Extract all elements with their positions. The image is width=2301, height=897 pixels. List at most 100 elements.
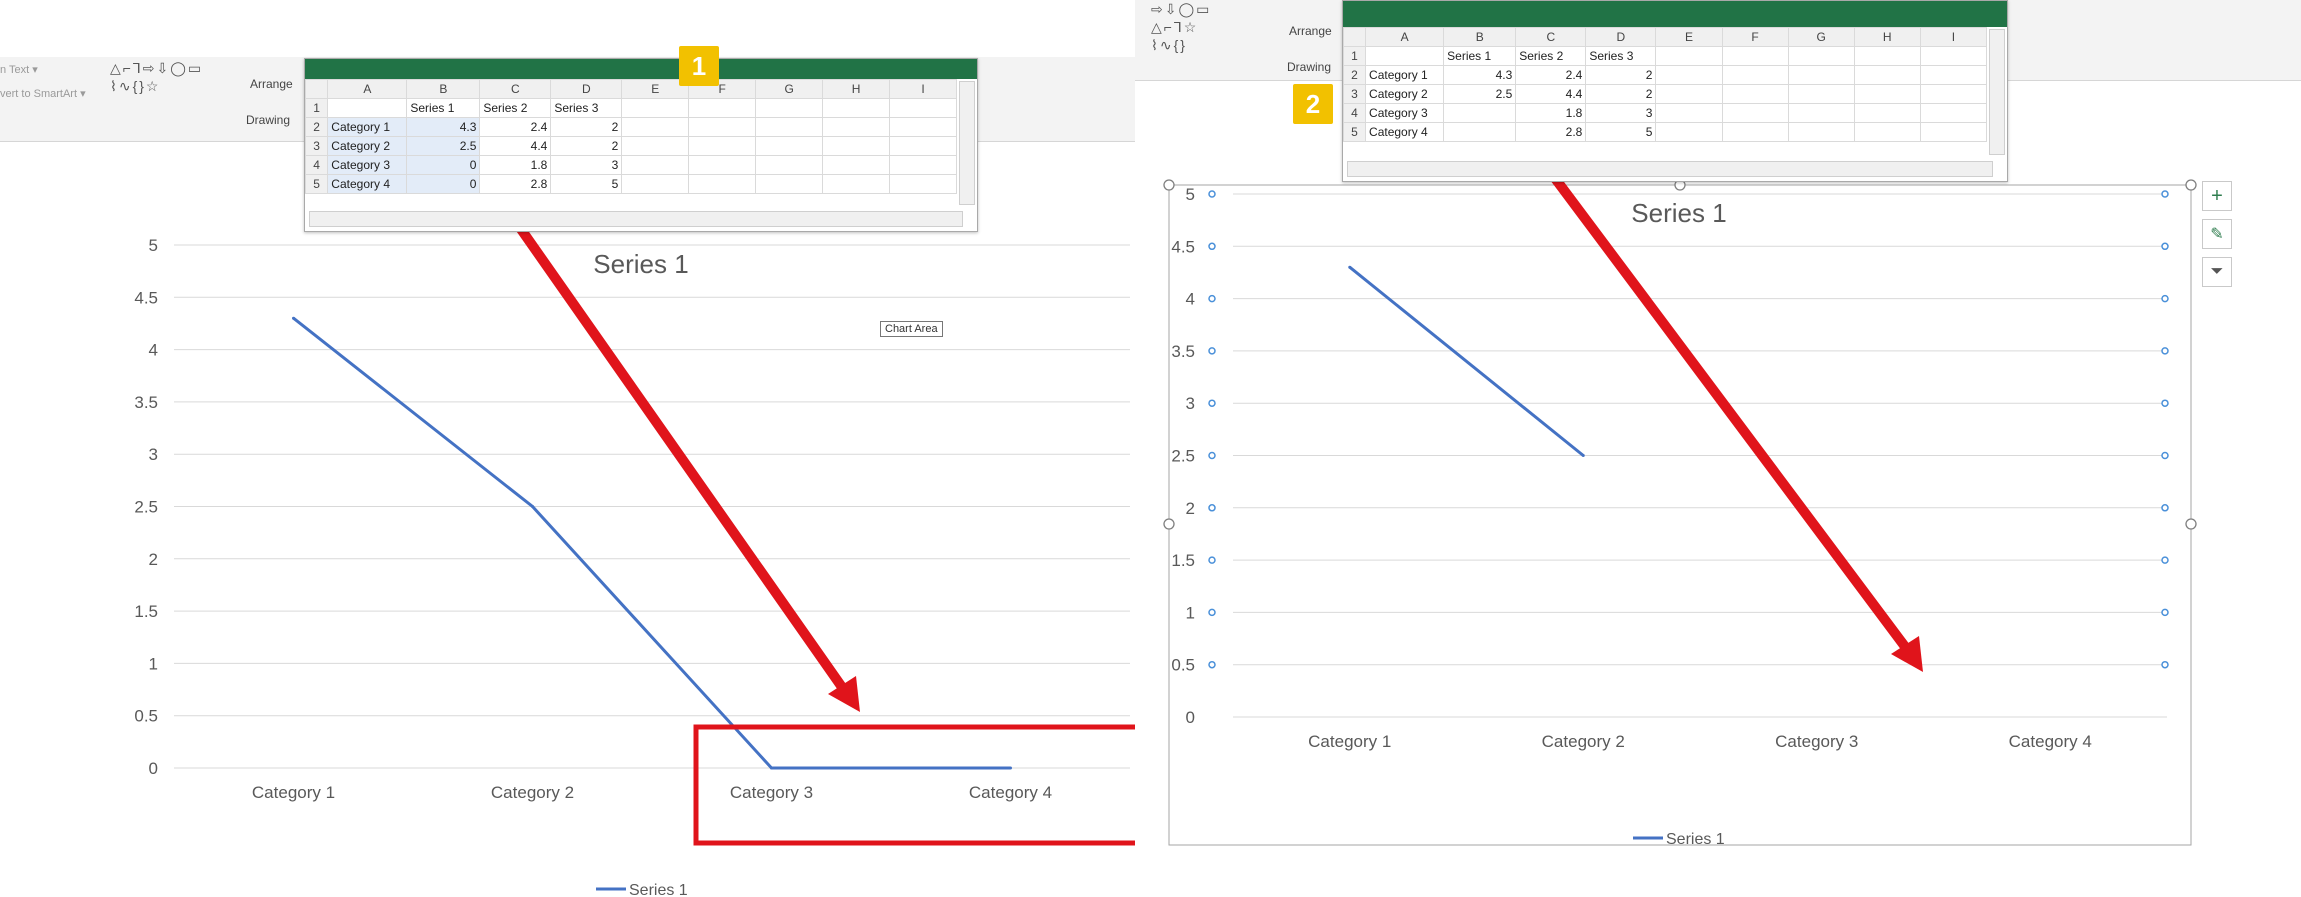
sheet-cell[interactable]: [755, 136, 824, 156]
sheet-cell[interactable]: [1443, 122, 1517, 142]
sheet-cell[interactable]: Series 2: [1515, 46, 1587, 66]
axis-point-marker[interactable]: [1208, 399, 1216, 407]
column-header[interactable]: A: [327, 79, 408, 99]
sheet-cell[interactable]: [1443, 103, 1517, 123]
column-header[interactable]: G: [1787, 27, 1855, 47]
sheet-cell[interactable]: 1.8: [1515, 103, 1587, 123]
sheet-cell[interactable]: [822, 98, 890, 118]
sheet-cell[interactable]: Category 4: [327, 174, 408, 194]
sheet-cell[interactable]: [1853, 103, 1921, 123]
sheet-cell[interactable]: [1721, 84, 1789, 104]
sheet-cell[interactable]: [1655, 65, 1723, 85]
series-line[interactable]: [1348, 266, 1585, 457]
column-header[interactable]: D: [550, 79, 623, 99]
axis-point-marker[interactable]: [2161, 504, 2169, 512]
sheet-cell[interactable]: [621, 117, 690, 137]
sheet-cell[interactable]: [889, 174, 957, 194]
sheet-cell[interactable]: 2: [1585, 65, 1657, 85]
column-header[interactable]: I: [1919, 27, 1988, 47]
column-header[interactable]: C: [1515, 27, 1587, 47]
sheet-cell[interactable]: [1787, 122, 1855, 142]
vertical-scrollbar[interactable]: [1989, 29, 2005, 155]
sheet-cell[interactable]: [1721, 65, 1789, 85]
sheet-cell[interactable]: 0: [406, 174, 481, 194]
sheet-cell[interactable]: [621, 136, 690, 156]
sheet-cell[interactable]: [688, 155, 757, 175]
sheet-cell[interactable]: [1655, 122, 1723, 142]
data-point[interactable]: [1009, 766, 1012, 770]
axis-point-marker[interactable]: [1208, 242, 1216, 251]
sheet-cell[interactable]: [1853, 84, 1921, 104]
horizontal-scrollbar[interactable]: [309, 211, 963, 227]
chart-filters-button[interactable]: ⏷: [2202, 257, 2232, 287]
data-point[interactable]: [292, 316, 295, 320]
sheet-cell[interactable]: 5: [1585, 122, 1657, 142]
sheet-cell[interactable]: [1721, 46, 1789, 66]
sheet-cell[interactable]: [755, 155, 824, 175]
sheet-cell[interactable]: 2.5: [1443, 84, 1517, 104]
axis-point-marker[interactable]: [2161, 347, 2169, 355]
chart-elements-button[interactable]: +: [2202, 181, 2232, 211]
axis-point-marker[interactable]: [1208, 660, 1216, 669]
column-header[interactable]: D: [1585, 27, 1657, 47]
sheet-cell[interactable]: Series 1: [406, 98, 481, 118]
axis-point-marker[interactable]: [1208, 451, 1216, 460]
sheet-cell[interactable]: 3: [550, 155, 623, 175]
sheet-cell[interactable]: [822, 117, 890, 137]
chart-data-sheet[interactable]: A B C D E F G H I 1 Series 1 Series 2 Series 3 2 Categ…: [1342, 0, 2008, 182]
sheet-cell[interactable]: [1721, 103, 1789, 123]
sheet-cell[interactable]: Category 2: [1365, 84, 1445, 104]
axis-point-marker[interactable]: [2161, 242, 2169, 251]
sheet-cell[interactable]: Category 3: [1365, 103, 1445, 123]
sheet-cell[interactable]: [1721, 122, 1789, 142]
sheet-cell[interactable]: Series 3: [1585, 46, 1657, 66]
sheet-cell[interactable]: 4.3: [1443, 65, 1517, 85]
sheet-cell[interactable]: [889, 98, 957, 118]
sheet-cell[interactable]: 2: [550, 136, 623, 156]
axis-point-marker[interactable]: [2161, 660, 2169, 669]
sheet-cell[interactable]: [688, 136, 757, 156]
column-header[interactable]: [1342, 27, 1367, 47]
row-header[interactable]: 3: [1342, 84, 1367, 104]
horizontal-scrollbar[interactable]: [1347, 161, 1993, 177]
sheet-cell[interactable]: [822, 174, 890, 194]
sheet-cell[interactable]: [1919, 84, 1988, 104]
column-header[interactable]: G: [755, 79, 824, 99]
sheet-cell[interactable]: 2.4: [479, 117, 552, 137]
axis-point-marker[interactable]: [2161, 608, 2169, 617]
data-point[interactable]: [1348, 265, 1352, 269]
axis-point-marker[interactable]: [2161, 451, 2169, 460]
sheet-cell[interactable]: 0: [406, 155, 481, 175]
sheet-cell[interactable]: [1787, 103, 1855, 123]
sheet-cell[interactable]: [1919, 122, 1988, 142]
column-header[interactable]: H: [1853, 27, 1921, 47]
sheet-cell[interactable]: [1787, 65, 1855, 85]
sheet-cell[interactable]: [688, 98, 757, 118]
axis-point-marker[interactable]: [1208, 608, 1216, 617]
series-line[interactable]: [292, 317, 1011, 770]
row-header[interactable]: 4: [1342, 103, 1367, 123]
sheet-cell[interactable]: [889, 136, 957, 156]
row-header[interactable]: 3: [304, 136, 329, 156]
axis-point-marker[interactable]: [2161, 190, 2169, 198]
row-header[interactable]: 2: [1342, 65, 1367, 85]
axis-point-marker[interactable]: [2161, 294, 2169, 303]
row-header[interactable]: 2: [304, 117, 329, 137]
axis-point-marker[interactable]: [1208, 556, 1216, 564]
resize-handle[interactable]: [2185, 179, 2197, 191]
sheet-cell[interactable]: Category 1: [327, 117, 408, 137]
column-header[interactable]: C: [479, 79, 552, 99]
sheet-cell[interactable]: 5: [550, 174, 623, 194]
axis-point-marker[interactable]: [1208, 190, 1216, 198]
axis-point-marker[interactable]: [1208, 294, 1216, 303]
row-header[interactable]: 5: [1342, 122, 1367, 142]
axis-point-marker[interactable]: [1208, 347, 1216, 355]
row-header[interactable]: 5: [304, 174, 329, 194]
column-header[interactable]: H: [822, 79, 890, 99]
sheet-cell[interactable]: 2.5: [406, 136, 481, 156]
resize-handle[interactable]: [1163, 179, 1175, 191]
row-header[interactable]: 4: [304, 155, 329, 175]
sheet-cell[interactable]: [755, 174, 824, 194]
sheet-cell[interactable]: Series 3: [550, 98, 623, 118]
sheet-cell[interactable]: 4.4: [1515, 84, 1587, 104]
